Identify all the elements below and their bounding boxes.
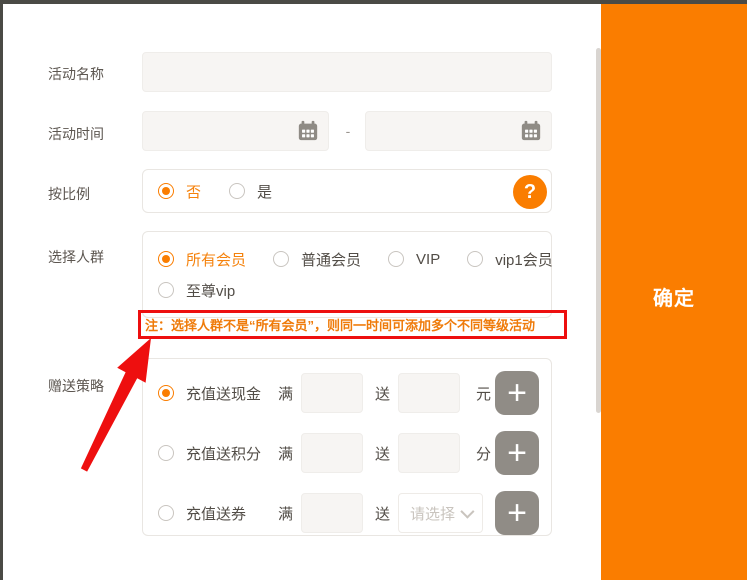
crowd-group: 所有会员 普通会员 VIP vip1会员 至尊vip: [142, 231, 552, 318]
strategy-points-label: 充值送积分: [186, 443, 264, 464]
threshold-prefix: 满: [278, 383, 293, 404]
vertical-scrollbar[interactable]: [596, 48, 601, 413]
add-cash-rule-button[interactable]: +: [495, 371, 539, 415]
by-ratio-label: 按比例: [48, 184, 90, 204]
crowd-option-vip-label: VIP: [416, 251, 440, 268]
ratio-option-no[interactable]: 否: [158, 181, 201, 202]
gift-prefix: 送: [375, 503, 390, 524]
strategy-row-cash: 充值送现金 满 送 元 +: [143, 371, 551, 415]
crowd-option-all-label: 所有会员: [186, 249, 246, 270]
add-coupon-rule-button[interactable]: +: [495, 491, 539, 535]
strategy-coupon-label: 充值送券: [186, 503, 264, 524]
radio-selected-icon[interactable]: [158, 385, 174, 401]
coupon-select[interactable]: 请选择: [398, 493, 483, 533]
ratio-option-yes[interactable]: 是: [229, 181, 272, 202]
date-range-separator: -: [330, 111, 366, 151]
crowd-option-vip1[interactable]: vip1会员: [467, 249, 553, 270]
radio-icon[interactable]: [388, 251, 404, 267]
points-gift-input[interactable]: [398, 433, 460, 473]
crowd-option-all[interactable]: 所有会员: [158, 249, 246, 270]
radio-icon[interactable]: [158, 505, 174, 521]
coupon-threshold-input[interactable]: [301, 493, 363, 533]
gift-prefix: 送: [375, 443, 390, 464]
crowd-note-text: 注：选择人群不是“所有会员”，则同一时间可添加多个不同等级活动: [145, 315, 535, 334]
radio-icon[interactable]: [467, 251, 483, 267]
strategy-cash-label: 充值送现金: [186, 383, 264, 404]
radio-icon[interactable]: [158, 282, 174, 298]
activity-name-label: 活动名称: [48, 64, 104, 84]
unit-points: 分: [476, 443, 491, 464]
strategy-row-coupon: 充值送券 满 送 请选择 +: [143, 491, 551, 535]
threshold-prefix: 满: [278, 503, 293, 524]
crowd-option-normal[interactable]: 普通会员: [273, 249, 361, 270]
select-crowd-label: 选择人群: [48, 247, 104, 267]
by-ratio-group: 否 是 ?: [142, 169, 552, 213]
gift-strategy-label: 赠送策略: [48, 376, 104, 396]
chevron-down-icon: [460, 505, 474, 519]
calendar-icon: [520, 120, 542, 142]
annotation-box: 注：选择人群不是“所有会员”，则同一时间可添加多个不同等级活动: [138, 310, 567, 339]
confirm-button[interactable]: 确定: [601, 282, 747, 311]
radio-selected-icon[interactable]: [158, 183, 174, 199]
cash-gift-input[interactable]: [398, 373, 460, 413]
window-top-edge: [0, 0, 747, 4]
gift-prefix: 送: [375, 383, 390, 404]
add-points-rule-button[interactable]: +: [495, 431, 539, 475]
radio-icon[interactable]: [229, 183, 245, 199]
radio-selected-icon[interactable]: [158, 251, 174, 267]
ratio-option-yes-label: 是: [257, 181, 272, 202]
cash-threshold-input[interactable]: [301, 373, 363, 413]
strategy-row-points: 充值送积分 满 送 分 +: [143, 431, 551, 475]
threshold-prefix: 满: [278, 443, 293, 464]
activity-time-label: 活动时间: [48, 124, 104, 144]
points-threshold-input[interactable]: [301, 433, 363, 473]
ratio-option-no-label: 否: [186, 181, 201, 202]
unit-yuan: 元: [476, 383, 491, 404]
window-left-edge: [0, 0, 3, 580]
crowd-option-vip[interactable]: VIP: [388, 251, 440, 268]
strategy-group: 充值送现金 满 送 元 + 充值送积分 满 送 分 + 充值送券 满 送 请选择: [142, 358, 552, 536]
crowd-option-supreme-vip-label: 至尊vip: [186, 280, 235, 301]
date-start-input[interactable]: [142, 111, 329, 151]
crowd-option-normal-label: 普通会员: [301, 249, 361, 270]
date-end-input[interactable]: [365, 111, 552, 151]
confirm-panel: 确定: [601, 0, 747, 580]
dialog: 活动名称 活动时间 -: [0, 0, 747, 580]
radio-icon[interactable]: [158, 445, 174, 461]
help-icon[interactable]: ?: [513, 175, 547, 209]
activity-name-input[interactable]: [142, 52, 552, 92]
crowd-option-supreme-vip[interactable]: 至尊vip: [158, 280, 235, 301]
crowd-option-vip1-label: vip1会员: [495, 249, 553, 270]
radio-icon[interactable]: [273, 251, 289, 267]
coupon-select-placeholder: 请选择: [410, 503, 455, 524]
calendar-icon: [297, 120, 319, 142]
